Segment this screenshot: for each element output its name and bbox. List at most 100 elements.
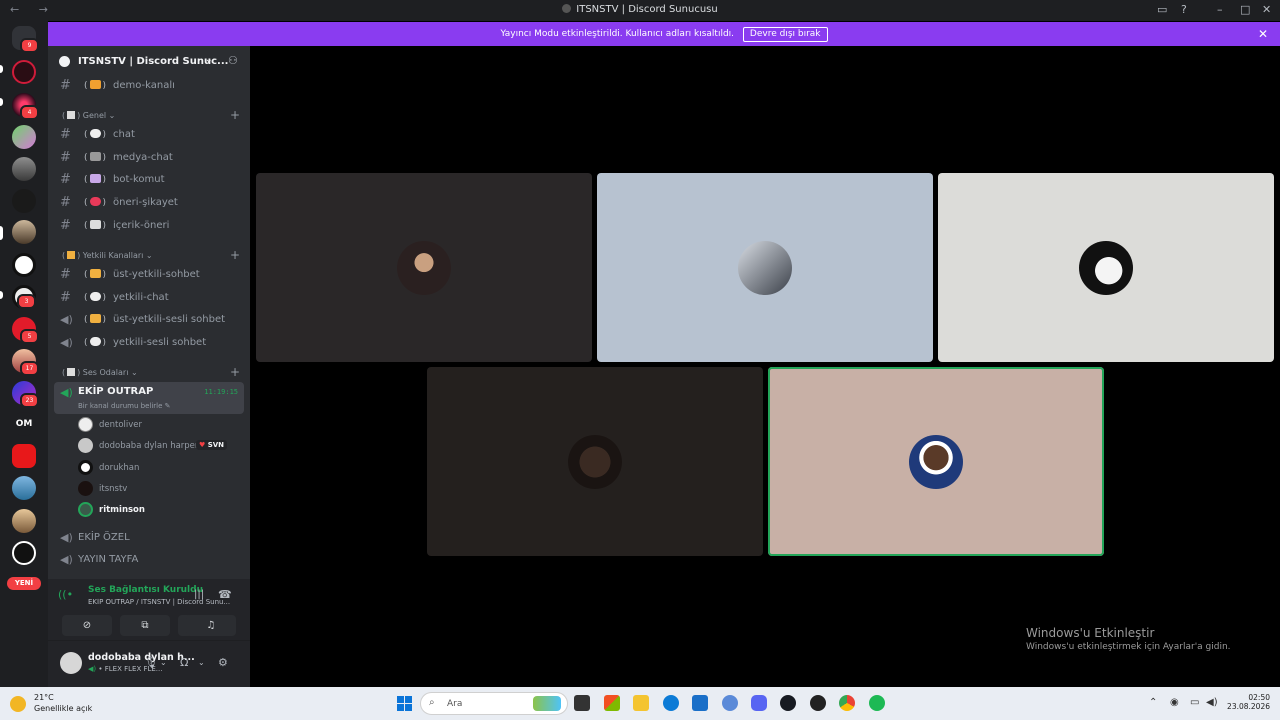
chevron-down-icon[interactable]: ⌄ <box>205 55 213 65</box>
channel-bot-komut[interactable]: # () bot-komut <box>54 169 244 191</box>
server-icon-om[interactable]: OM <box>12 412 36 436</box>
hash-icon: # <box>60 195 71 210</box>
home-discord-icon[interactable]: 9 <box>12 26 39 53</box>
start-icon[interactable] <box>397 696 412 711</box>
server-icon-13[interactable] <box>12 476 36 500</box>
server-icon-10[interactable]: 17 <box>12 349 39 376</box>
voice-connected-subtitle[interactable]: EKİP OUTRAP / ITSNSTV | Discord Sunu... <box>88 598 234 606</box>
channel-ekip-ozel[interactable]: ◀) EKİP ÖZEL <box>54 527 244 549</box>
category-genel[interactable]: () Genel ⌄ + <box>62 108 244 124</box>
server-icon-2[interactable]: 4 <box>12 93 39 120</box>
noise-suppression-icon[interactable]: ||| <box>194 589 204 600</box>
category-yetkili[interactable]: () Yetkili Kanalları ⌄ + <box>62 248 244 264</box>
voice-member[interactable]: dentoliver <box>76 415 244 435</box>
participant-tile-speaking[interactable] <box>768 367 1104 556</box>
windows-taskbar: 21°C Genellikle açık ⌕ Ara ⌃ ◉ ▭ ◀) 02:5… <box>0 687 1280 720</box>
voice-member[interactable]: dodobaba dylan harper ♥ SVN <box>76 436 244 456</box>
user-avatar[interactable] <box>60 652 82 674</box>
chrome-icon[interactable] <box>839 695 855 711</box>
voice-member[interactable]: dorukhan <box>76 458 244 478</box>
user-name[interactable]: dodobaba dylan h... <box>88 652 195 663</box>
app-icon[interactable] <box>810 695 826 711</box>
disable-streamer-mode-button[interactable]: Devre dışı bırak <box>742 27 828 42</box>
taskbar-search[interactable]: ⌕ Ara <box>420 692 568 715</box>
task-view-icon[interactable] <box>574 695 590 711</box>
add-channel-icon[interactable]: + <box>230 365 240 379</box>
server-icon-15[interactable] <box>12 541 36 565</box>
server-icon-5[interactable] <box>12 189 36 213</box>
server-icon-4[interactable] <box>12 157 36 181</box>
file-explorer-icon[interactable] <box>633 695 649 711</box>
channel-yetkili-chat[interactable]: # () yetkili-chat <box>54 287 244 309</box>
category-ses-odalari[interactable]: () Ses Odaları ⌄ + <box>62 365 244 381</box>
server-icon-1[interactable] <box>12 60 36 84</box>
close-banner-icon[interactable]: ✕ <box>1258 22 1268 46</box>
server-icon-3[interactable] <box>12 125 36 149</box>
voice-member[interactable]: itsnstv <box>76 479 244 499</box>
voice-channel-name: EKİP OUTRAP <box>78 386 154 397</box>
voice-member[interactable]: ritminson <box>76 500 244 520</box>
server-icon-6[interactable] <box>12 220 36 244</box>
camera-off-button[interactable]: ⊘ <box>62 615 112 636</box>
steam-icon[interactable] <box>780 695 796 711</box>
channel-yetkili-sesli[interactable]: ◀) () yetkili-sesli sohbet <box>54 332 244 354</box>
server-icon-youtube[interactable] <box>12 444 36 468</box>
server-icon-7[interactable] <box>12 253 36 277</box>
server-badge-icon <box>59 56 70 67</box>
server-icon-11[interactable]: 23 <box>12 381 39 408</box>
hash-icon: # <box>60 78 71 93</box>
minimize-icon[interactable]: – <box>1217 3 1223 16</box>
channel-icerik-oneri[interactable]: # () içerik-öneri <box>54 215 244 237</box>
edge-icon[interactable] <box>663 695 679 711</box>
store-icon[interactable] <box>692 695 708 711</box>
home-badge: 9 <box>20 38 39 53</box>
server-icon-14[interactable] <box>12 509 36 533</box>
channel-demo-kanali[interactable]: # () demo-kanalı <box>54 75 244 97</box>
signal-icon[interactable]: ((• <box>58 588 73 601</box>
disconnect-icon[interactable]: ☎ <box>218 588 232 601</box>
channel-oneri-sikayet[interactable]: # () öneri-şikayet <box>54 192 244 214</box>
participant-tile[interactable] <box>938 173 1274 362</box>
participant-tile[interactable] <box>597 173 933 362</box>
audio-options-chevron-icon[interactable]: ⌄ <box>198 658 205 667</box>
network-icon[interactable]: ▭ <box>1190 697 1199 708</box>
server-icon-9[interactable]: 5 <box>12 317 39 344</box>
inbox-icon[interactable]: ▭ <box>1157 3 1167 16</box>
hash-icon: # <box>60 172 71 187</box>
tray-app-icon[interactable]: ◉ <box>1170 697 1179 708</box>
participant-tile[interactable] <box>256 173 592 362</box>
spotify-icon[interactable] <box>869 695 885 711</box>
channel-yayin-tayfa[interactable]: ◀) YAYIN TAYFA <box>54 549 244 571</box>
channel-status[interactable]: Bir kanal durumu belirle ✎ <box>78 402 171 410</box>
headphones-icon[interactable]: Ω <box>180 656 188 669</box>
microphone-icon[interactable]: 🎙︎ <box>144 656 158 669</box>
channel-chat[interactable]: # () chat <box>54 124 244 146</box>
member-name: dorukhan <box>99 463 140 473</box>
help-icon[interactable]: ? <box>1181 3 1187 16</box>
channel-ust-yetkili-sesli[interactable]: ◀) () üst-yetkili-sesli sohbet <box>54 309 244 331</box>
discord-taskbar-icon[interactable] <box>751 695 767 711</box>
add-channel-icon[interactable]: + <box>230 248 240 262</box>
active-voice-channel[interactable]: ◀) EKİP OUTRAP 11:19:15 Bir kanal durumu… <box>54 382 244 414</box>
gear-icon[interactable]: ⚙ <box>218 656 228 669</box>
settings-app-icon[interactable] <box>722 695 738 711</box>
channel-name: EKİP ÖZEL <box>78 532 130 543</box>
soundboard-button[interactable]: ♫ <box>186 615 236 636</box>
mic-options-chevron-icon[interactable]: ⌄ <box>160 658 167 667</box>
server-header[interactable]: ITSNSTV | Discord Sunuc... ⌄ ⚇ <box>48 46 250 78</box>
close-window-icon[interactable]: ✕ <box>1262 3 1271 16</box>
participant-tile[interactable] <box>427 367 763 556</box>
tray-chevron-icon[interactable]: ⌃ <box>1149 697 1157 708</box>
invite-people-icon[interactable]: ⚇ <box>228 54 238 67</box>
volume-icon[interactable]: ◀) <box>1206 697 1218 708</box>
add-channel-icon[interactable]: + <box>230 108 240 122</box>
title-bar: ← → ITSNSTV | Discord Sunucusu ▭ ? – □ ✕ <box>0 0 1280 21</box>
widgets-icon[interactable] <box>604 695 620 711</box>
channel-medya-chat[interactable]: # () medya-chat <box>54 147 244 169</box>
channel-ust-yetkili-sohbet[interactable]: # () üst-yetkili-sohbet <box>54 264 244 286</box>
screen-share-button[interactable]: ⧉ <box>120 615 170 636</box>
server-icon-8[interactable]: 3 <box>12 285 36 309</box>
maximize-icon[interactable]: □ <box>1240 3 1250 16</box>
speaker-icon: ◀) <box>60 531 73 544</box>
clock[interactable]: 02:50 23.08.2026 <box>1226 693 1270 711</box>
